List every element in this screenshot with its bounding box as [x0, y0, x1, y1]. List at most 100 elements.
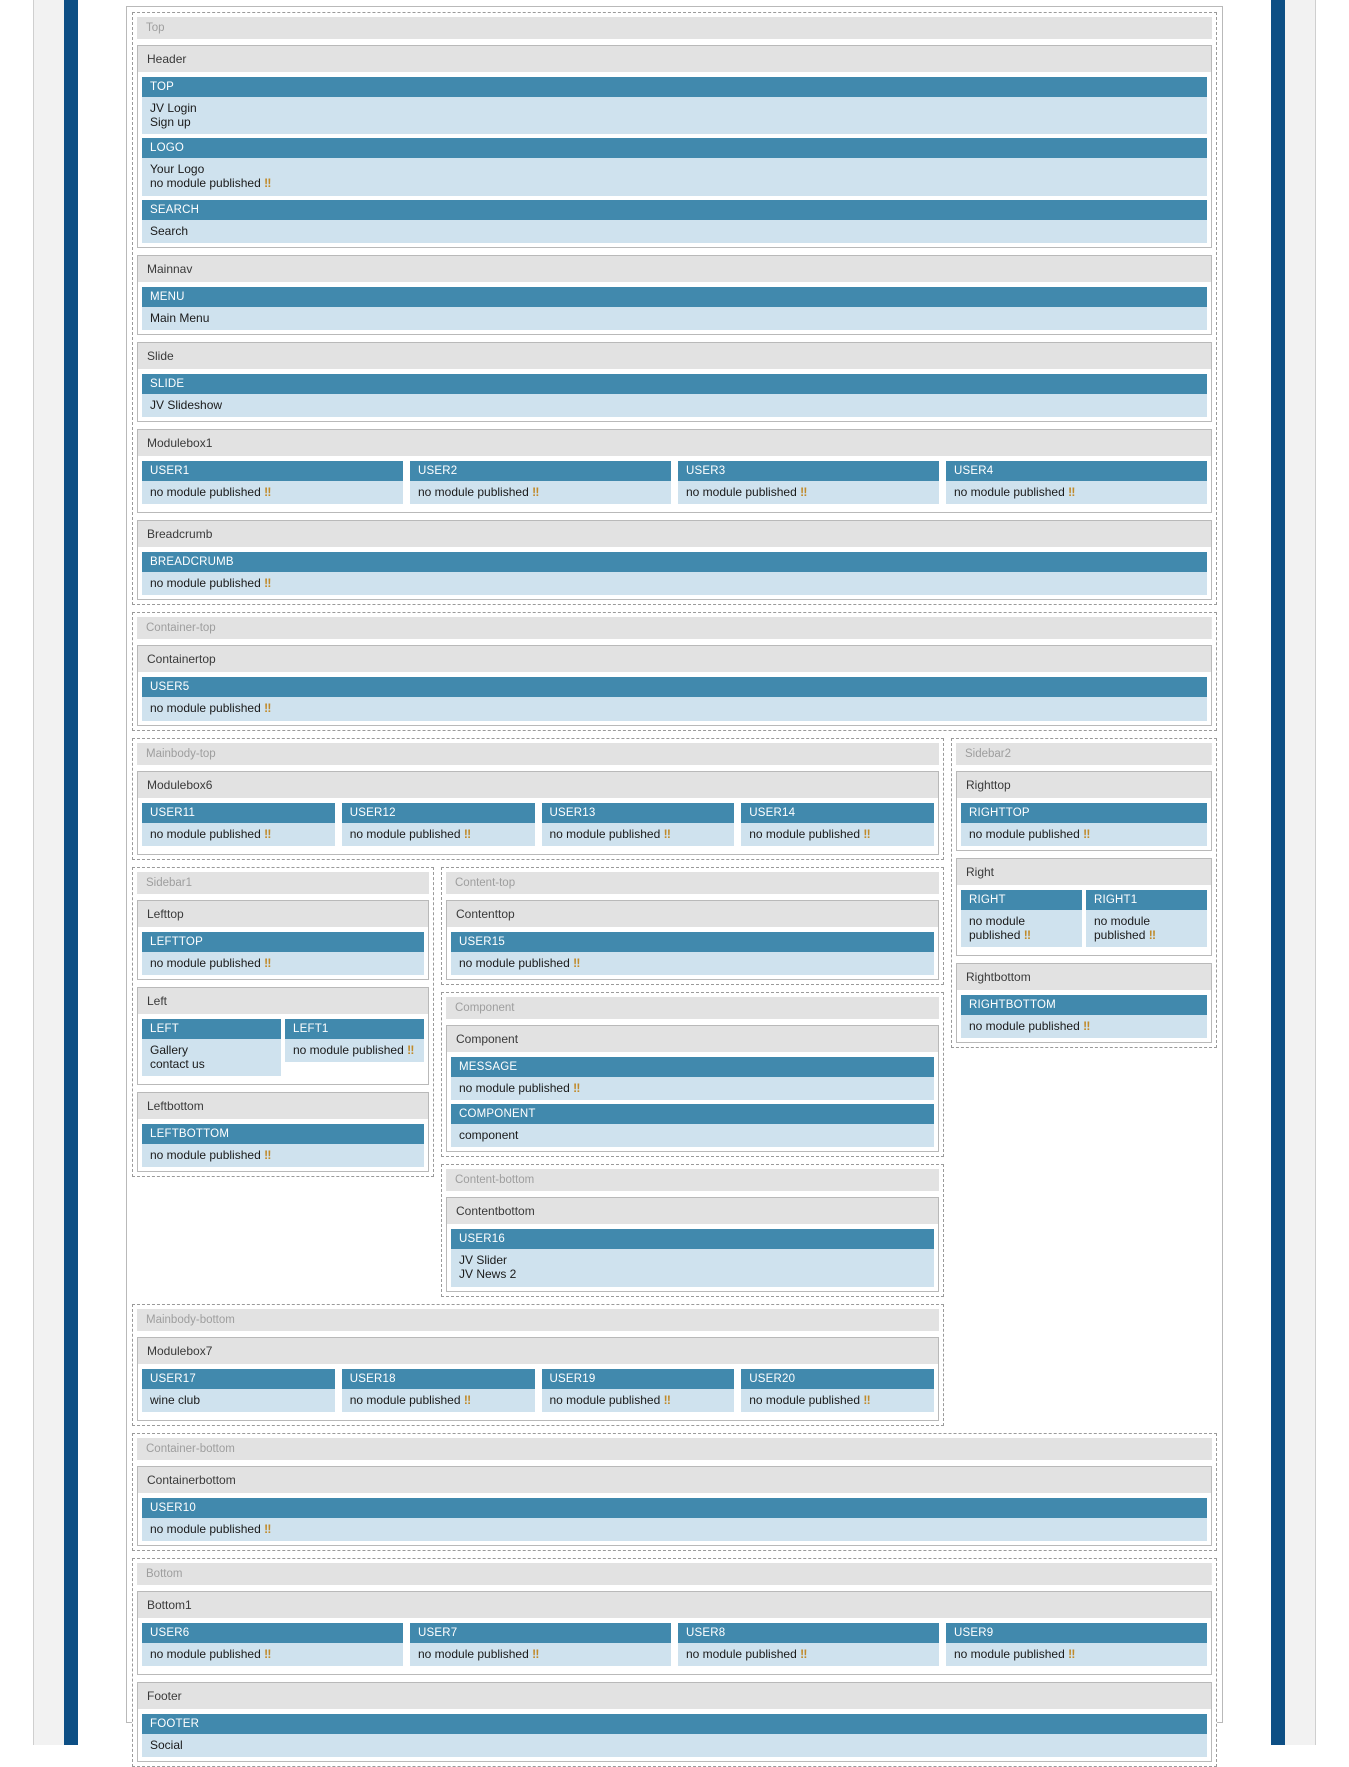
- module-slide[interactable]: SLIDE JV Slideshow: [142, 373, 1207, 418]
- position-mainnav[interactable]: Mainnav MENU Main Menu: [137, 254, 1212, 335]
- position-leftbottom-title: Leftbottom: [138, 1093, 428, 1121]
- module-user3[interactable]: USER3 no module published ‼: [678, 461, 939, 505]
- module-component[interactable]: COMPONENT component: [451, 1104, 934, 1148]
- module-user1-head: USER1: [142, 461, 403, 482]
- module-user19-body: no module published ‼: [541, 1388, 735, 1412]
- module-user6[interactable]: USER6 no module published ‼: [142, 1622, 403, 1666]
- module-user16-line-1: JV Slider: [459, 1253, 508, 1268]
- module-right[interactable]: RIGHT no module published ‼: [961, 889, 1082, 948]
- module-search-head: SEARCH: [142, 199, 1207, 220]
- module-component-head: COMPONENT: [451, 1104, 934, 1125]
- position-modulebox7-title: Modulebox7: [138, 1337, 938, 1365]
- position-containertop[interactable]: Containertop USER5 no module published ‼: [137, 645, 1212, 726]
- module-top-head: TOP: [142, 77, 1207, 97]
- position-right[interactable]: Right RIGHT no module published ‼ RIGHT1…: [956, 857, 1212, 957]
- module-user9[interactable]: USER9 no module published ‼: [946, 1622, 1207, 1670]
- module-menu-body: Main Menu: [142, 306, 1207, 330]
- group-sidebar2-title: Sidebar2: [956, 742, 1212, 765]
- module-breadcrumb[interactable]: BREADCRUMB no module published ‼: [142, 552, 1207, 596]
- module-user20-body: no module published ‼: [741, 1388, 934, 1412]
- module-rightbottom-body: no module published ‼: [961, 1015, 1207, 1039]
- module-user2[interactable]: USER2 no module published ‼: [410, 461, 671, 505]
- position-leftbottom-body: LEFTBOTTOM no module published ‼: [138, 1120, 428, 1171]
- module-leftbottom-head: LEFTBOTTOM: [142, 1124, 424, 1145]
- module-message[interactable]: MESSAGE no module published ‼: [451, 1056, 934, 1101]
- group-container-bottom: Container-bottom Containerbottom USER10 …: [132, 1432, 1217, 1551]
- module-top[interactable]: TOP JV Login Sign up: [142, 77, 1207, 135]
- module-lefttop-body: no module published ‼: [142, 951, 424, 975]
- module-user19-head: USER19: [541, 1368, 735, 1389]
- module-user15[interactable]: USER15 no module published ‼: [451, 931, 934, 975]
- module-user17[interactable]: USER17 wine club: [142, 1368, 335, 1412]
- module-user8[interactable]: USER8 no module published ‼: [678, 1622, 939, 1666]
- module-user18-head: USER18: [341, 1368, 535, 1389]
- group-container-top-title: Container-top: [137, 617, 1212, 640]
- module-user13[interactable]: USER13 no module published ‼: [541, 802, 735, 846]
- modulebox7-columns: USER17 wine club USER18 no module publis…: [142, 1368, 934, 1416]
- module-user20[interactable]: USER20 no module published ‼: [741, 1368, 934, 1416]
- position-modulebox1[interactable]: Modulebox1 USER1 no module published ‼ U…: [137, 429, 1212, 514]
- module-user19[interactable]: USER19 no module published ‼: [541, 1368, 735, 1412]
- module-right1-head: RIGHT1: [1086, 889, 1207, 910]
- group-bottom: Bottom Bottom1 USER6 no module published…: [132, 1557, 1217, 1767]
- module-user18[interactable]: USER18 no module published ‼: [341, 1368, 535, 1412]
- position-bottom1-title: Bottom1: [138, 1591, 1211, 1619]
- module-user10[interactable]: USER10 no module published ‼: [142, 1497, 1207, 1541]
- module-left-line-1: Gallery: [150, 1042, 189, 1057]
- position-contentbottom[interactable]: Contentbottom USER16 JV Slider JV News 2: [446, 1197, 939, 1292]
- module-right1-body: no module published ‼: [1086, 909, 1207, 948]
- module-righttop[interactable]: RIGHTTOP no module published ‼: [961, 802, 1207, 846]
- position-rightbottom[interactable]: Rightbottom RIGHTBOTTOM no module publis…: [956, 963, 1212, 1044]
- position-left-body: LEFT Gallery contact us LEFT1 no module …: [138, 1015, 428, 1084]
- module-user7[interactable]: USER7 no module published ‼: [410, 1622, 671, 1666]
- module-leftbottom[interactable]: LEFTBOTTOM no module published ‼: [142, 1124, 424, 1168]
- position-modulebox7[interactable]: Modulebox7 USER17 wine club USER18 no mo…: [137, 1336, 939, 1421]
- position-header-title: Header: [138, 46, 1211, 73]
- module-left1[interactable]: LEFT1 no module published ‼: [285, 1018, 424, 1080]
- position-breadcrumb[interactable]: Breadcrumb BREADCRUMB no module publishe…: [137, 520, 1212, 601]
- position-contentbottom-title: Contentbottom: [447, 1198, 938, 1226]
- module-user5[interactable]: USER5 no module published ‼: [142, 677, 1207, 721]
- module-lefttop[interactable]: LEFTTOP no module published ‼: [142, 931, 424, 975]
- group-mainbody-bottom: Mainbody-bottom Modulebox7 USER17 wine c…: [132, 1303, 944, 1426]
- module-logo[interactable]: LOGO Your Logo no module published ‼: [142, 138, 1207, 196]
- module-user4[interactable]: USER4 no module published ‼: [946, 461, 1207, 508]
- module-user11[interactable]: USER11 no module published ‼: [142, 802, 335, 846]
- bottom1-columns: USER6 no module published ‼ USER7 no mod…: [142, 1622, 1207, 1670]
- module-user3-body: no module published ‼: [678, 481, 939, 505]
- group-content-bottom-title: Content-bottom: [446, 1169, 939, 1192]
- sidebar1-column: Sidebar1 Lefttop LEFTTOP no module publi…: [132, 866, 434, 1178]
- module-user9-head: USER9: [946, 1622, 1207, 1643]
- position-contenttop[interactable]: Contenttop USER15 no module published ‼: [446, 899, 939, 980]
- position-header[interactable]: Header TOP JV Login Sign up LOGO Your Lo…: [137, 45, 1212, 248]
- module-user2-body: no module published ‼: [410, 481, 671, 505]
- module-slide-line-1: JV Slideshow: [150, 397, 223, 412]
- module-menu[interactable]: MENU Main Menu: [142, 286, 1207, 330]
- module-breadcrumb-head: BREADCRUMB: [142, 552, 1207, 573]
- module-message-head: MESSAGE: [451, 1056, 934, 1077]
- module-user14[interactable]: USER14 no module published ‼: [741, 802, 934, 850]
- layout-content-frame: Top Header TOP JV Login Sign up LOGO You…: [126, 6, 1223, 1767]
- module-search-body: Search: [142, 219, 1207, 243]
- module-footer[interactable]: FOOTER Social: [142, 1713, 1207, 1758]
- position-component[interactable]: Component MESSAGE no module published ‼ …: [446, 1024, 939, 1153]
- position-left[interactable]: Left LEFT Gallery contact us LEFT1 no mo…: [137, 986, 429, 1086]
- position-righttop[interactable]: Righttop RIGHTTOP no module published ‼: [956, 770, 1212, 851]
- module-slide-head: SLIDE: [142, 373, 1207, 394]
- position-lefttop[interactable]: Lefttop LEFTTOP no module published ‼: [137, 899, 429, 980]
- module-top-line-2: Sign up: [150, 115, 191, 130]
- module-user16[interactable]: USER16 JV Slider JV News 2: [451, 1229, 934, 1287]
- module-search[interactable]: SEARCH Search: [142, 199, 1207, 243]
- position-leftbottom[interactable]: Leftbottom LEFTBOTTOM no module publishe…: [137, 1092, 429, 1173]
- position-slide[interactable]: Slide SLIDE JV Slideshow: [137, 341, 1212, 423]
- group-top-title: Top: [137, 17, 1212, 39]
- position-footer[interactable]: Footer FOOTER Social: [137, 1681, 1212, 1763]
- module-rightbottom[interactable]: RIGHTBOTTOM no module published ‼: [961, 995, 1207, 1039]
- position-bottom1[interactable]: Bottom1 USER6 no module published ‼ USER…: [137, 1590, 1212, 1675]
- module-user12[interactable]: USER12 no module published ‼: [341, 802, 535, 846]
- module-right1[interactable]: RIGHT1 no module published ‼: [1086, 889, 1207, 951]
- module-user1[interactable]: USER1 no module published ‼: [142, 461, 403, 505]
- module-left[interactable]: LEFT Gallery contact us: [142, 1018, 281, 1077]
- position-modulebox6[interactable]: Modulebox6 USER11 no module published ‼ …: [137, 770, 939, 855]
- position-containerbottom[interactable]: Containerbottom USER10 no module publish…: [137, 1465, 1212, 1546]
